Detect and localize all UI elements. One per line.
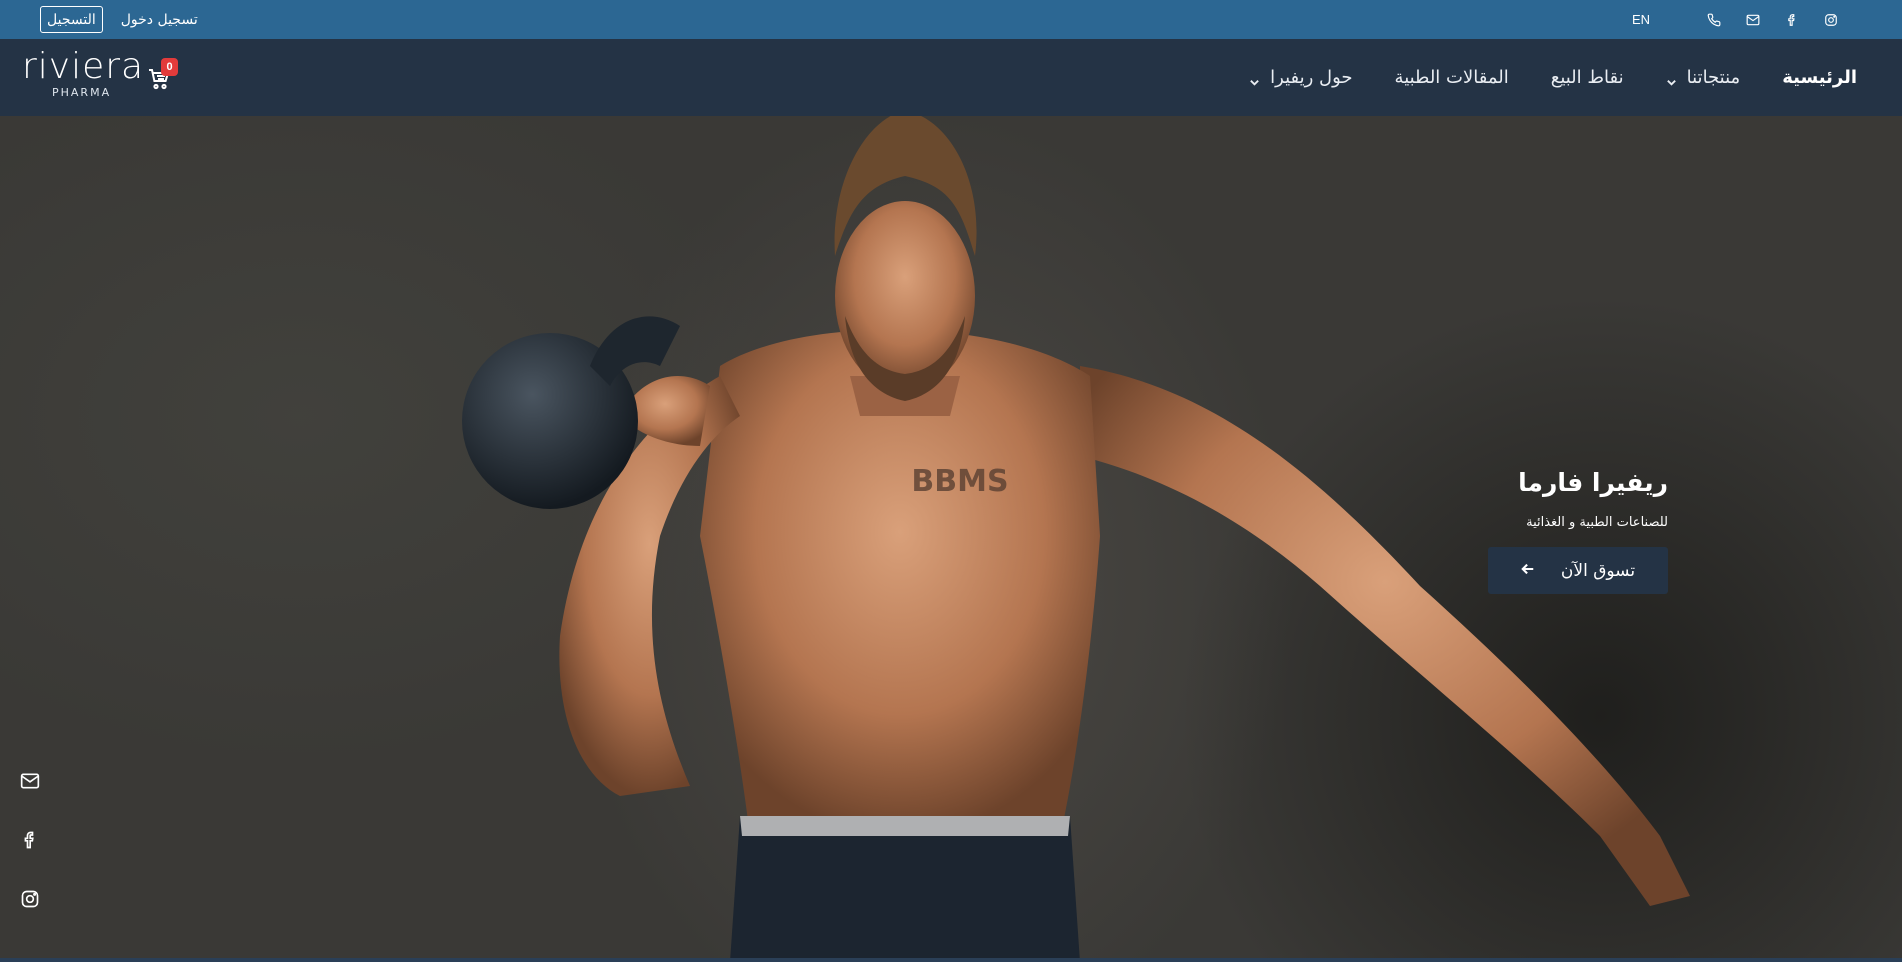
cart-icon — [147, 69, 171, 95]
cart-button[interactable]: 0 — [147, 58, 178, 95]
facebook-icon[interactable] — [18, 828, 42, 852]
nav-item-about[interactable]: حول ريفيرا — [1249, 67, 1353, 88]
shop-now-label: تسوق الآن — [1560, 560, 1636, 581]
nav-item-medical-articles[interactable]: المقالات الطبية — [1395, 67, 1509, 88]
login-link[interactable]: تسجيل دخول — [121, 12, 198, 28]
auth-links: التسجيل تسجيل دخول — [40, 6, 198, 33]
mail-icon[interactable] — [1733, 0, 1772, 39]
chevron-down-icon — [1666, 72, 1677, 86]
phone-icon[interactable] — [1694, 0, 1733, 39]
register-button[interactable]: التسجيل — [40, 6, 103, 33]
nav-item-products[interactable]: منتجاتنا — [1666, 67, 1741, 88]
nav-item-label: الرئيسية — [1782, 67, 1857, 88]
hero-title: ريفيرا فارما — [1518, 468, 1668, 497]
chest-print: BBMS — [911, 464, 1008, 499]
hero-subtitle: للصناعات الطبية و الغذائية — [1526, 515, 1668, 530]
logo-wordmark: riviera — [22, 46, 145, 87]
hero-content: ريفيرا فارما للصناعات الطبية و الغذائية … — [1488, 468, 1668, 594]
hero-bottom-border — [0, 958, 1902, 962]
shop-now-button[interactable]: تسوق الآن — [1488, 547, 1668, 594]
nav-item-label: منتجاتنا — [1686, 67, 1741, 88]
brand-logo[interactable]: riviera PHARMA — [22, 46, 145, 100]
primary-nav: الرئيسية منتجاتنا نقاط البيع المقالات ال… — [1249, 39, 1857, 116]
nav-item-home[interactable]: الرئيسية — [1782, 67, 1857, 88]
instagram-icon[interactable] — [18, 887, 42, 911]
chevron-down-icon — [1249, 72, 1260, 86]
hero-banner: BBMS ريفيرا فارما للصناعات الطبية و الغذ… — [0, 116, 1902, 962]
mail-icon[interactable] — [18, 769, 42, 793]
nav-item-label: نقاط البيع — [1550, 67, 1624, 88]
side-social-links — [18, 769, 42, 911]
nav-item-points-of-sale[interactable]: نقاط البيع — [1551, 67, 1624, 88]
facebook-icon[interactable] — [1772, 0, 1811, 39]
top-utility-bar: التسجيل تسجيل دخول EN — [0, 0, 1902, 39]
language-switch[interactable]: EN — [1632, 12, 1650, 27]
logo-subtext: PHARMA — [52, 86, 112, 99]
nav-item-label: حول ريفيرا — [1270, 67, 1353, 88]
instagram-icon[interactable] — [1811, 0, 1850, 39]
topbar-contact-links: EN — [1632, 0, 1850, 39]
cart-count-badge: 0 — [161, 58, 178, 76]
nav-item-label: المقالات الطبية — [1394, 67, 1509, 88]
main-navbar: riviera PHARMA 0 الرئيسية منتجاتنا نقاط … — [0, 39, 1902, 116]
arrow-left-icon — [1521, 561, 1535, 581]
